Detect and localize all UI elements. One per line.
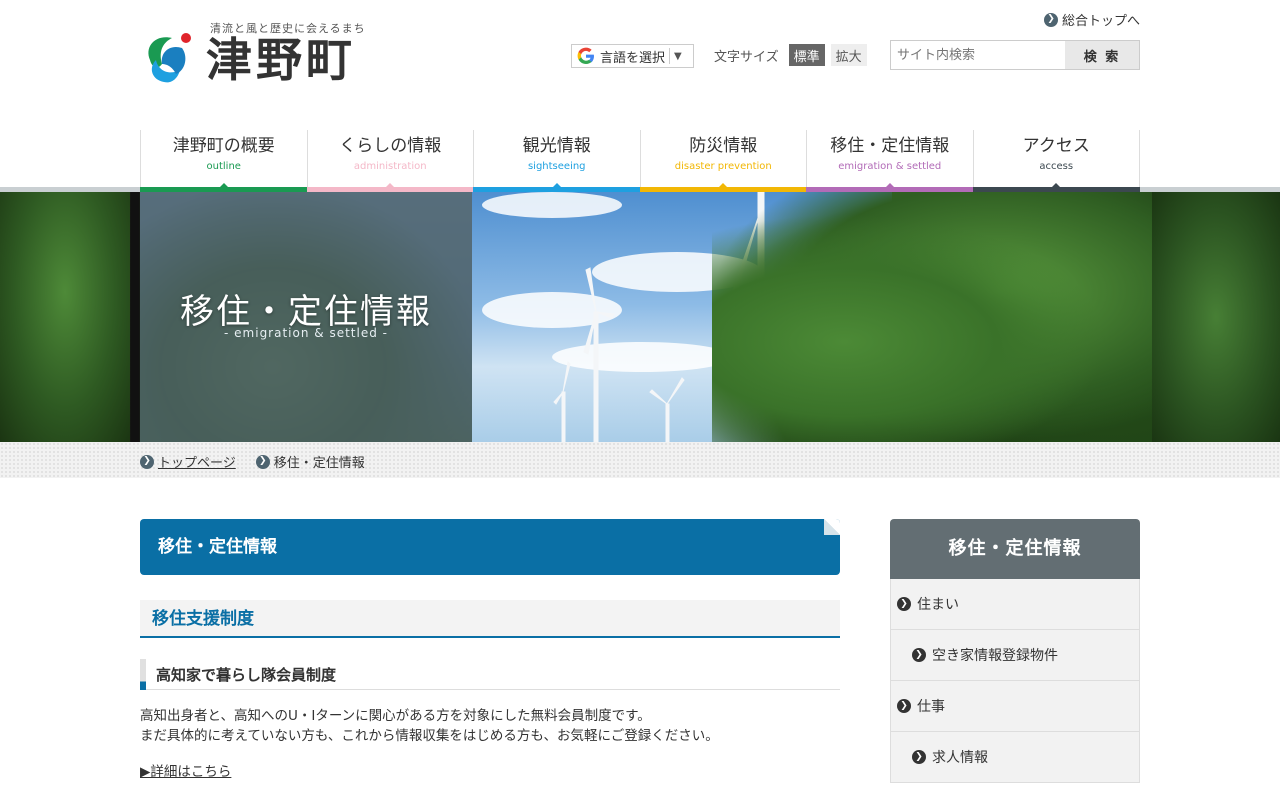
nav-item-label: 観光情報: [522, 136, 591, 156]
hero-trees-right: [712, 192, 1152, 442]
corner-fold: [824, 519, 840, 535]
google-icon: [577, 47, 594, 64]
breadcrumb-item-current: ❯ 移住・定住情報: [255, 452, 365, 471]
section-title: 移住支援制度: [140, 600, 840, 638]
sidebar-item-label: 仕事: [917, 699, 945, 715]
logo-town-name: 津野町: [206, 33, 356, 87]
site-logo[interactable]: 清流と風と歴史に会えるまち 津野町: [140, 18, 380, 93]
chevron-right-icon: ❯: [255, 454, 270, 469]
font-size-control: 文字サイズ 標準 拡大: [714, 44, 873, 66]
sidebar-item[interactable]: ❯ 住まい: [891, 579, 1139, 630]
sidebar: 移住・定住情報 ❯ 住まい ❯ 空き家情報登録物件 ❯ 仕事 ❯ 求人情報: [890, 519, 1140, 783]
nav-item-sublabel: administration: [353, 161, 427, 172]
chevron-right-icon: ❯: [897, 699, 911, 713]
sidebar-item[interactable]: ❯ 求人情報: [891, 732, 1139, 783]
site-search: 検 索: [890, 40, 1140, 70]
town-emblem-icon: [148, 33, 191, 83]
sidebar-item[interactable]: ❯ 空き家情報登録物件: [891, 630, 1139, 681]
font-size-label: 文字サイズ: [714, 49, 779, 65]
nav-item-sightseeing[interactable]: 観光情報 sightseeing: [473, 130, 641, 192]
portal-top-link-label: 総合トップへ: [1061, 14, 1140, 29]
language-select[interactable]: 言語を選択 ▼: [571, 44, 694, 68]
nav-item-label: 防災情報: [689, 136, 758, 156]
nav-item-sublabel: access: [1039, 161, 1074, 172]
sidebar-item-label: 住まい: [917, 597, 959, 613]
chevron-right-icon: ❯: [912, 648, 926, 662]
font-size-standard-button[interactable]: 標準: [788, 44, 825, 66]
nav-item-label: アクセス: [1022, 136, 1090, 156]
hero-subtitle: - emigration & settled -: [224, 326, 388, 340]
page-title-text: 移住・定住情報: [158, 537, 277, 557]
nav-item-sublabel: outline: [206, 161, 241, 172]
chevron-right-icon: ❯: [912, 750, 926, 764]
nav-item-label: 移住・定住情報: [830, 136, 950, 156]
language-select-label: 言語を選択: [600, 50, 666, 66]
hero-trees-left: [0, 192, 130, 442]
breadcrumb-item-home: ❯ トップページ: [140, 452, 236, 471]
sidebar-item-label: 空き家情報登録物件: [932, 648, 1058, 664]
body-line-2: まだ具体的に考えていない方も、これから情報収集をはじめる方も、お気軽にご登録くだ…: [140, 728, 719, 744]
caret-down-icon: ▼: [674, 50, 682, 62]
nav-item-sublabel: emigration & settled: [838, 161, 942, 172]
nav-item-outline[interactable]: 津野町の概要 outline: [140, 130, 308, 192]
nav-item-administration[interactable]: くらしの情報 administration: [306, 130, 474, 192]
subsection-title-text: 高知家で暮らし隊会員制度: [156, 666, 337, 684]
hero-trees-far-right: [1152, 192, 1280, 442]
site-header: 清流と風と歴史に会えるまち 津野町 ❯ 総合トップへ 言語を選択 ▼ 文字サイズ…: [140, 0, 1140, 130]
sidebar-list: ❯ 住まい ❯ 空き家情報登録物件 ❯ 仕事 ❯ 求人情報: [890, 579, 1140, 783]
nav-item-access[interactable]: アクセス access: [972, 130, 1140, 192]
nav-item-sublabel: sightseeing: [527, 161, 586, 172]
global-nav: 津野町の概要 outline くらしの情報 administration 観光情報 sig…: [140, 130, 1140, 192]
breadcrumb-current: 移住・定住情報: [273, 456, 365, 471]
nav-item-emigration-settled[interactable]: 移住・定住情報 emigration & settled: [806, 130, 974, 192]
sidebar-item[interactable]: ❯ 仕事: [891, 681, 1139, 732]
font-size-large-button[interactable]: 拡大: [830, 44, 867, 66]
sidebar-item-label: 求人情報: [932, 750, 988, 766]
hero-banner: 移住・定住情報 - emigration & settled -: [0, 192, 1280, 442]
heading-marker: [140, 659, 146, 690]
chevron-right-icon: ❯: [140, 454, 154, 469]
chevron-right-icon: ❯: [897, 597, 911, 611]
search-button[interactable]: 検 索: [1065, 41, 1139, 69]
nav-item-disaster-prevention[interactable]: 防災情報 disaster prevention: [639, 130, 807, 192]
nav-item-sublabel: disaster prevention: [674, 161, 772, 172]
portal-top-link[interactable]: ❯ 総合トップへ: [1043, 10, 1140, 29]
nav-item-label: くらしの情報: [339, 136, 442, 156]
sidebar-title: 移住・定住情報: [890, 519, 1140, 579]
search-input[interactable]: [891, 41, 1065, 69]
body-text: 高知出身者と、高知へのU・Iターンに関心がある方を対象にした無料会員制度です。 …: [140, 706, 840, 746]
detail-link[interactable]: ▶詳細はこちら: [140, 760, 231, 780]
nav-item-label: 津野町の概要: [172, 136, 275, 156]
chevron-right-icon: ❯: [1043, 12, 1058, 27]
subsection-title: 高知家で暮らし隊会員制度: [140, 659, 840, 690]
page-title: 移住・定住情報: [140, 519, 840, 575]
breadcrumb-home-link[interactable]: トップページ: [158, 452, 236, 471]
body-line-1: 高知出身者と、高知へのU・Iターンに関心がある方を対象にした無料会員制度です。: [140, 708, 651, 724]
breadcrumb: ❯ トップページ ❯ 移住・定住情報: [140, 452, 379, 471]
divider: [669, 48, 671, 64]
